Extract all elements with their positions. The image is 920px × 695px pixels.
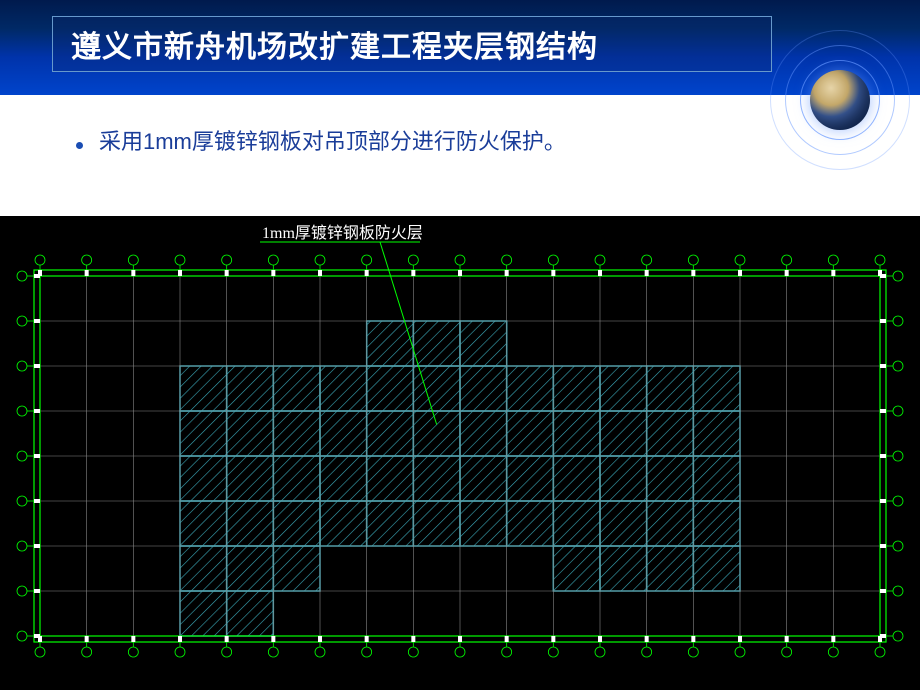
bullet-text: 采用1mm厚镀锌钢板对吊顶部分进行防火保护。 bbox=[99, 125, 566, 158]
bullet-icon bbox=[76, 142, 83, 149]
slide-title: 遵义市新舟机场改扩建工程夹层钢结构 bbox=[71, 22, 598, 66]
bullet-line: 采用1mm厚镀锌钢板对吊顶部分进行防火保护。 bbox=[50, 125, 870, 158]
globe-icon bbox=[810, 70, 870, 130]
slide-header: 遵义市新舟机场改扩建工程夹层钢结构 bbox=[0, 0, 920, 95]
title-box: 遵义市新舟机场改扩建工程夹层钢结构 bbox=[52, 16, 772, 72]
globe-decoration bbox=[770, 30, 910, 170]
cad-drawing: 1mm厚镀锌钢板防火层 bbox=[0, 216, 920, 690]
cad-annotation-text: 1mm厚镀锌钢板防火层 bbox=[262, 224, 423, 242]
cad-svg: 1mm厚镀锌钢板防火层 bbox=[0, 216, 920, 690]
